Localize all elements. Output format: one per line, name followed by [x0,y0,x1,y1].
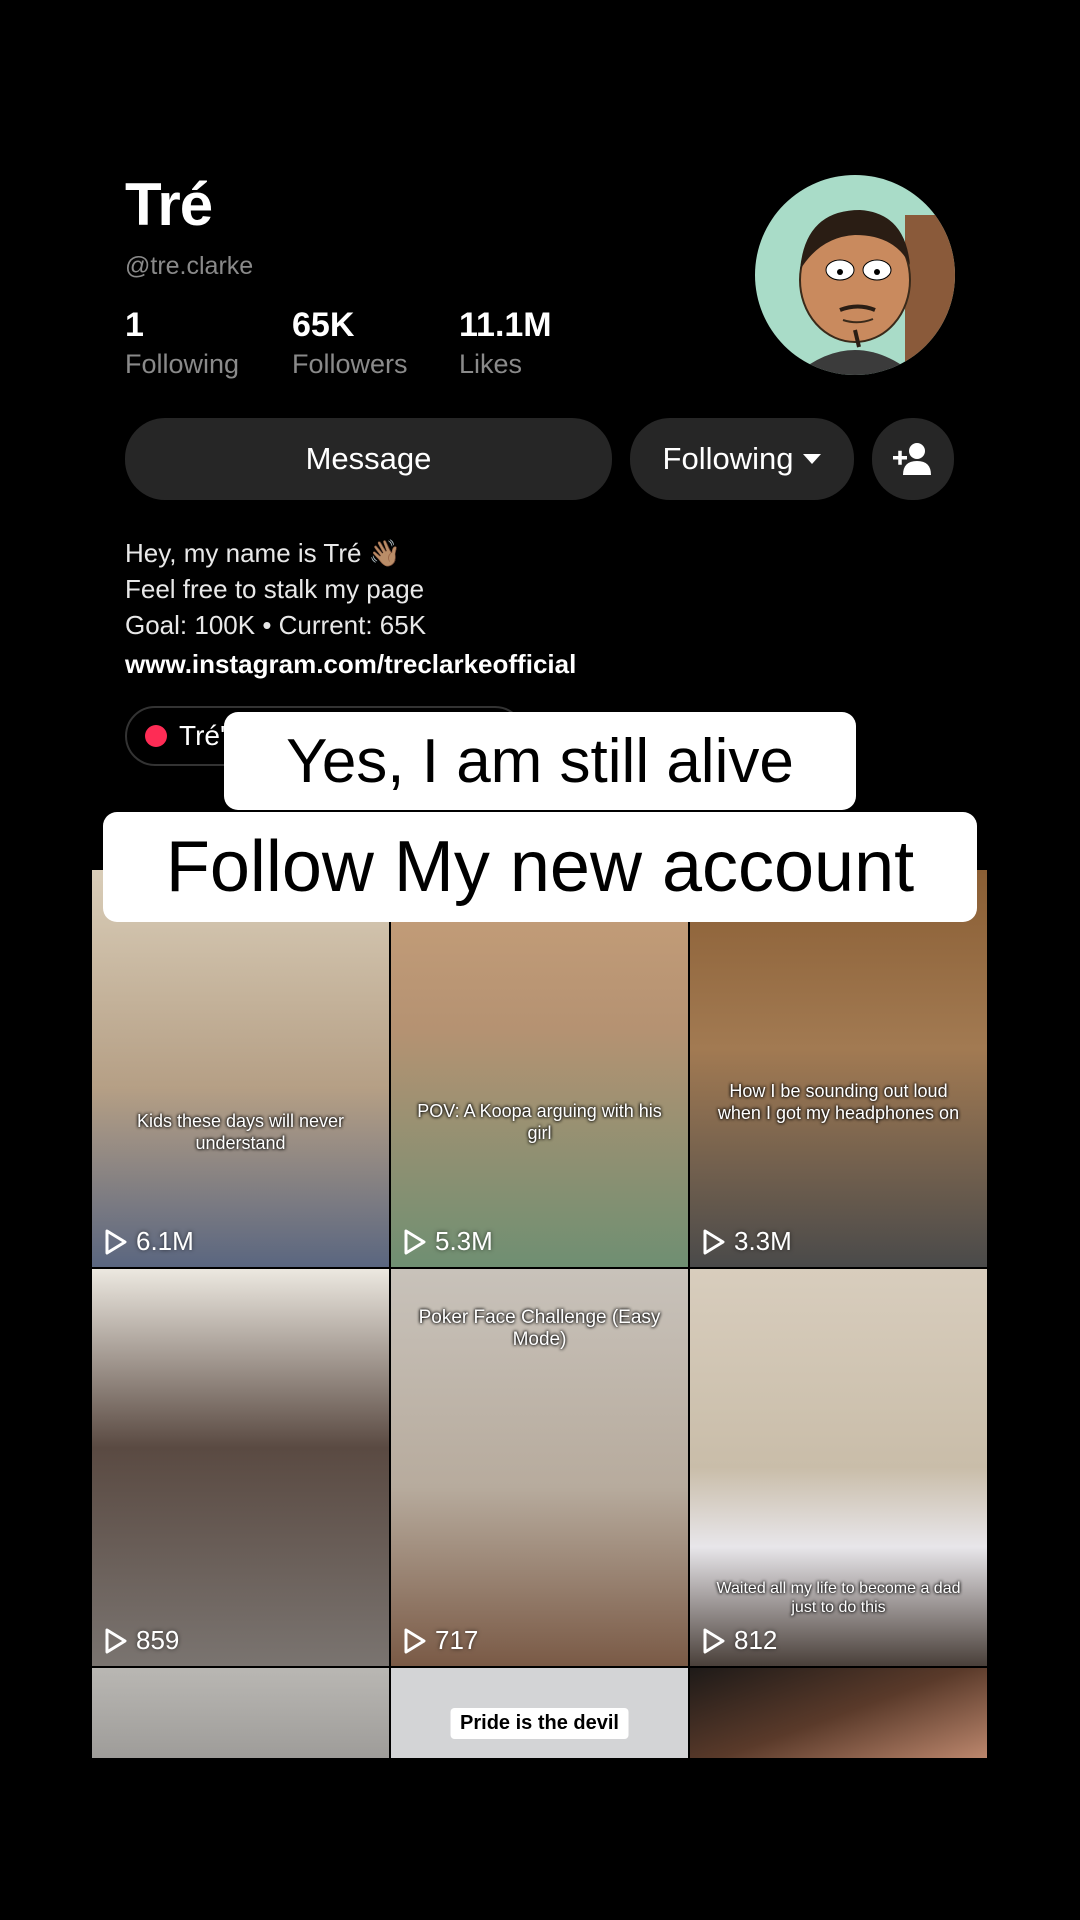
video-caption: Pride is the devil [450,1708,629,1739]
bio: Hey, my name is Tré 👋🏽 Feel free to stal… [125,535,576,682]
video-tile[interactable] [690,1668,987,1758]
following-dropdown-button[interactable]: Following [630,418,854,500]
view-count-value: 6.1M [136,1226,194,1256]
play-icon [404,1628,426,1653]
chip-label: Tré' [179,720,226,751]
view-count-value: 717 [435,1625,479,1655]
chip-icon [145,725,167,747]
play-icon [703,1229,725,1254]
play-icon [105,1229,127,1254]
stat-following-label: Following [125,349,240,379]
view-count-value: 859 [136,1625,180,1655]
stat-likes-label: Likes [459,349,523,379]
profile-handle: @tre.clarke [125,252,254,280]
video-caption: Poker Face Challenge (Easy Mode) [418,1307,661,1350]
video-caption: Kids these days will never understand [136,1111,345,1153]
view-count: 859 [104,1625,179,1656]
bio-line-1: Hey, my name is Tré 👋🏽 [125,538,402,568]
bio-line-2: Feel free to stalk my page [125,574,425,604]
video-tile[interactable] [92,1668,389,1758]
overlay-caption-1: Yes, I am still alive [224,712,856,810]
video-tile[interactable]: Poker Face Challenge (Easy Mode) 717 [391,1269,688,1666]
message-button[interactable]: Message [125,418,612,500]
video-tile[interactable]: Pride is the devil [391,1668,688,1758]
person-add-icon [893,443,931,475]
avatar[interactable] [755,175,955,375]
view-count-value: 812 [734,1625,778,1655]
video-tile[interactable]: How I be sounding out loud when I got my… [690,870,987,1267]
view-count: 717 [403,1625,478,1656]
bio-link[interactable]: www.instagram.com/treclarkeofficial [125,646,576,682]
view-count: 3.3M [702,1226,792,1257]
stat-followers[interactable]: 65K Followers [292,306,408,380]
stat-following[interactable]: 1 Following [125,306,239,380]
video-caption: How I be sounding out loud when I got my… [717,1081,960,1123]
play-icon [105,1628,127,1653]
view-count: 812 [702,1625,777,1656]
view-count: 5.3M [403,1226,493,1257]
video-tile[interactable]: Waited all my life to become a dad just … [690,1269,987,1666]
following-button-label: Following [662,441,794,476]
stat-likes-value: 11.1M [459,306,552,344]
stat-following-value: 1 [125,306,144,344]
view-count-value: 3.3M [734,1226,792,1256]
profile-name: Tré [125,171,213,238]
view-count-value: 5.3M [435,1226,493,1256]
video-tile[interactable]: POV: A Koopa arguing with his girl 5.3M [391,870,688,1267]
caret-down-icon [803,454,822,464]
stat-followers-label: Followers [292,349,408,379]
overlay-caption-2: Follow My new account [103,812,977,922]
avatar-cartoon-image [755,175,955,375]
view-count: 6.1M [104,1226,194,1257]
bio-line-3: Goal: 100K • Current: 65K [125,610,427,640]
video-caption: POV: A Koopa arguing with his girl [417,1101,662,1143]
play-icon [404,1229,426,1254]
stat-followers-value: 65K [292,306,355,344]
video-caption: Waited all my life to become a dad just … [716,1580,961,1616]
video-tile[interactable]: 859 [92,1269,389,1666]
add-friend-button[interactable] [872,418,954,500]
video-grid: Kids these days will never understand 6.… [92,870,988,1758]
stat-likes[interactable]: 11.1M Likes [459,306,552,380]
play-icon [703,1628,725,1653]
video-tile[interactable]: Kids these days will never understand 6.… [92,870,389,1267]
